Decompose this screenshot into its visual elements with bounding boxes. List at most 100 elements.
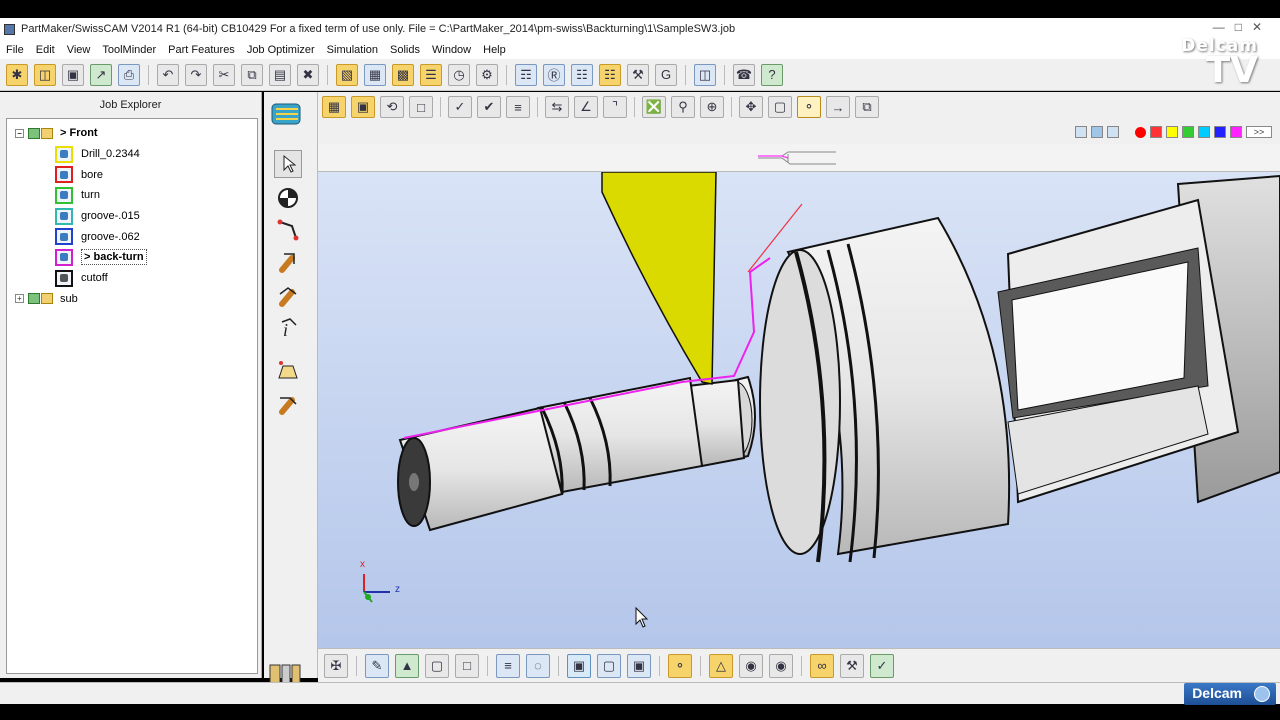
contour-icon[interactable] [274,356,302,384]
more-colors-button[interactable]: >> [1246,126,1272,138]
paste-icon[interactable]: ▤ [269,63,291,86]
machine-icon[interactable]: ⚒ [627,63,649,86]
minimize-button[interactable]: — [1213,20,1225,34]
print-icon[interactable]: ⎙ [118,63,140,86]
stack-icon[interactable]: ≡ [496,653,520,678]
job-setup-icon[interactable]: ▦ [364,63,386,86]
plane-icon[interactable]: △ [709,653,733,678]
toolbar-header-icon[interactable] [270,100,304,128]
process-list-icon[interactable]: ☰ [420,63,442,86]
camera-icon[interactable]: ◉ [769,653,793,678]
cycle-time-icon[interactable]: ◷ [448,63,470,86]
redo-icon[interactable]: ↷ [185,63,207,86]
menu-toolminder[interactable]: ToolMinder [102,44,156,56]
section-icon[interactable]: □ [455,653,479,678]
sketch-icon[interactable]: ✎ [365,653,389,678]
job-explorer-icon[interactable]: ▧ [336,63,358,86]
view-mode-icon[interactable] [1075,126,1087,138]
feature-window-icon[interactable]: ▣ [351,96,375,118]
wireframe-view-icon[interactable]: ▢ [597,653,621,678]
tool-list-icon[interactable]: ⚙ [476,63,498,86]
swap-icon[interactable]: ⇆ [545,96,569,118]
cut-icon[interactable]: ✂ [213,63,235,86]
tree-node-front[interactable]: − > Front [7,123,257,144]
cylinder-icon[interactable]: ◌ [526,653,550,678]
support-phone-icon[interactable]: ☎ [733,63,755,86]
axis-icon[interactable]: ✠ [324,653,348,678]
expand-icon[interactable]: + [15,294,24,304]
tree-node-sub[interactable]: + sub [7,289,257,310]
copy-icon[interactable]: ⧉ [241,63,263,86]
line-icon[interactable] [274,216,302,244]
menu-file[interactable]: File [6,44,24,56]
layers-icon[interactable]: ≡ [506,96,530,118]
tree-item-drill[interactable]: Drill_0.2344 [7,144,257,165]
delete-icon[interactable]: ✖ [297,63,319,86]
menu-part-features[interactable]: Part Features [168,44,235,56]
color-swatch-green[interactable] [1182,126,1194,138]
help-icon[interactable]: ? [761,63,783,86]
copy-view-icon[interactable]: ⧉ [855,96,879,118]
profile-icon[interactable]: ⌝ [603,96,627,118]
pan-icon[interactable]: ✥ [739,96,763,118]
info-icon[interactable]: i [274,314,302,342]
edge-icon[interactable]: ∠ [574,96,598,118]
view-mode-icon[interactable] [1091,126,1103,138]
solid-edit-icon[interactable]: ▲ [395,653,419,678]
sheet-icon[interactable]: □ [409,96,433,118]
color-swatch-red[interactable] [1135,126,1146,138]
groove-tool-icon[interactable] [274,282,302,310]
menu-view[interactable]: View [67,44,91,56]
menu-help[interactable]: Help [483,44,506,56]
check-icon[interactable]: ✓ [448,96,472,118]
measure-icon[interactable]: → [826,96,850,118]
export-icon[interactable]: ↗ [90,63,112,86]
menu-window[interactable]: Window [432,44,471,56]
tool-holder-icon[interactable]: ⚒ [840,653,864,678]
view-mode-icon[interactable] [1107,126,1119,138]
maximize-button[interactable]: □ [1235,20,1242,34]
3d-viewport[interactable]: x z [318,172,1280,648]
color-swatch-yellow[interactable] [1166,126,1178,138]
color-swatch-light-red[interactable] [1150,126,1162,138]
extrude-icon[interactable]: ◉ [739,653,763,678]
sync-icon[interactable]: ☷ [571,63,593,86]
light-bulb-icon[interactable]: ⚬ [797,96,821,118]
check-all-icon[interactable]: ✔ [477,96,501,118]
tree-item-bore[interactable]: bore [7,164,257,185]
zoom-fit-icon[interactable]: ❎ [642,96,666,118]
tool-path-icon[interactable]: ⟲ [380,96,404,118]
new-file-icon[interactable]: ✱ [6,63,28,86]
tree-item-cutoff[interactable]: cutoff [7,268,257,289]
open-folder-icon[interactable]: ◫ [34,63,56,86]
generate-code-icon[interactable]: Ⓡ [543,63,565,86]
process-table-icon[interactable]: ▩ [392,63,414,86]
hidden-line-view-icon[interactable]: ▣ [627,653,651,678]
select-arrow-icon[interactable] [274,150,302,178]
tree-item-groove-015[interactable]: groove-.015 [7,206,257,227]
zoom-in-icon[interactable]: ⊕ [700,96,724,118]
point-icon[interactable] [274,184,302,212]
collapse-icon[interactable]: − [15,128,24,138]
color-swatch-blue[interactable] [1214,126,1226,138]
menu-edit[interactable]: Edit [36,44,55,56]
menu-solids[interactable]: Solids [390,44,420,56]
zoom-window-icon[interactable]: ⚲ [671,96,695,118]
ruler-icon[interactable]: ∞ [810,653,834,678]
color-swatch-magenta[interactable] [1230,126,1242,138]
solid-icon[interactable]: ▢ [425,653,449,678]
setup-sheet-icon[interactable]: ☶ [515,63,537,86]
verify-icon[interactable]: ✓ [870,653,894,678]
insert-feature-icon[interactable]: ▦ [322,96,346,118]
tile-windows-icon[interactable]: ◫ [694,63,716,86]
g-code-icon[interactable]: G [655,63,677,86]
frame-icon[interactable]: ▢ [768,96,792,118]
close-button[interactable]: ✕ [1252,20,1262,34]
lighting-icon[interactable]: ⚬ [668,653,692,678]
tree-item-back-turn[interactable]: > back-turn [7,247,257,268]
color-swatch-cyan[interactable] [1198,126,1210,138]
shaded-view-icon[interactable]: ▣ [567,653,591,678]
turn-tool-icon[interactable] [274,248,302,276]
menu-job-optimizer[interactable]: Job Optimizer [247,44,315,56]
undo-icon[interactable]: ↶ [157,63,179,86]
